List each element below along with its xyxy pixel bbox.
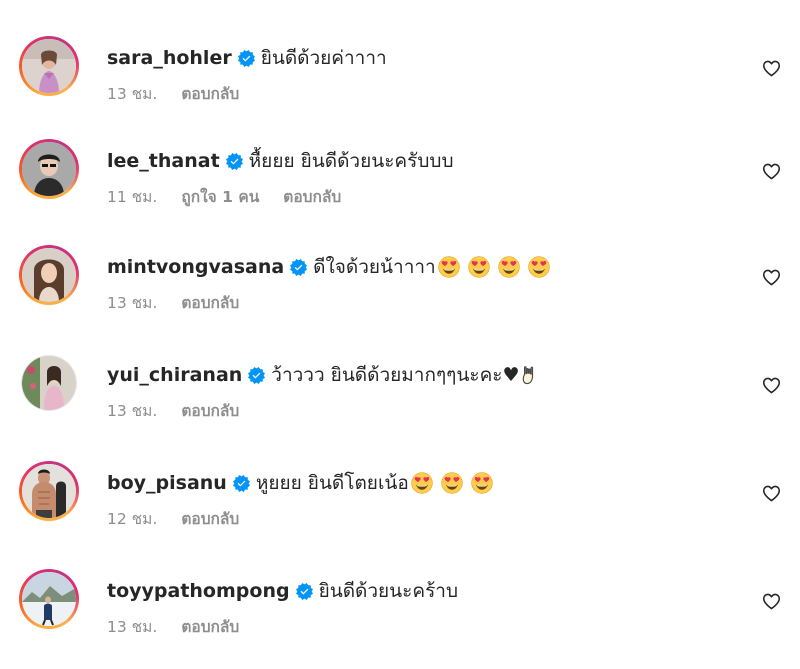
reply-button[interactable]: ตอบกลับ <box>181 617 239 637</box>
comment-item: lee_thanat หื้ยยย ยินดีด้วยนะครับบบ 11 ช… <box>0 139 800 239</box>
avatar-story-ring[interactable] <box>19 245 79 305</box>
comment-item: sara_hohler ยินดีด้วยค่าาาา 13 ชม. ตอบกล… <box>0 36 800 136</box>
like-heart-icon[interactable] <box>762 376 781 395</box>
comment-time[interactable]: 11 ชม. <box>107 187 157 207</box>
heart-eyes-emoji <box>498 256 520 278</box>
comment-time[interactable]: 13 ชม. <box>107 84 157 104</box>
avatar[interactable] <box>22 464 76 518</box>
comment-text: หูยยย ยินดีโตยเน้อ <box>255 472 409 494</box>
comment-text: ยินดีด้วยนะคร้าบ <box>318 580 459 602</box>
avatar-story-ring[interactable] <box>19 139 79 199</box>
comment-username[interactable]: toyypathompong <box>107 579 290 603</box>
comment-time[interactable]: 12 ชม. <box>107 509 157 529</box>
verified-badge-icon <box>238 50 255 67</box>
comment-username[interactable]: sara_hohler <box>107 46 232 70</box>
avatar[interactable] <box>22 356 76 410</box>
comment-time[interactable]: 13 ชม. <box>107 293 157 313</box>
comment-item: mintvongvasana ดีใจด้วยน้าาาา 13 ชม. ตอบ… <box>0 245 800 345</box>
heart-eyes-emoji <box>411 472 433 494</box>
comment-username[interactable]: lee_thanat <box>107 149 220 173</box>
comment-username[interactable]: mintvongvasana <box>107 255 284 279</box>
verified-badge-icon <box>296 583 313 600</box>
reply-button[interactable]: ตอบกลับ <box>283 187 341 207</box>
avatar-story-ring[interactable] <box>19 461 79 521</box>
avatar-story-ring[interactable] <box>19 36 79 96</box>
avatar-story-ring[interactable] <box>19 569 79 629</box>
comment-username[interactable]: boy_pisanu <box>107 471 227 495</box>
comment-item: toyypathompong ยินดีด้วยนะคร้าบ 13 ชม. ต… <box>0 569 800 669</box>
like-heart-icon[interactable] <box>762 592 781 611</box>
like-heart-icon[interactable] <box>762 268 781 287</box>
comment-time[interactable]: 13 ชม. <box>107 401 157 421</box>
comment-item: yui_chiranan ว้าววว ยินดีด้วยมากๆๆนะคะ♥ … <box>0 353 800 453</box>
heart-eyes-emoji <box>441 472 463 494</box>
like-heart-icon[interactable] <box>762 484 781 503</box>
like-heart-icon[interactable] <box>762 59 781 78</box>
rock-on-hand-emoji <box>521 365 539 385</box>
heart-eyes-emoji <box>438 256 460 278</box>
comment-text: ว้าววว ยินดีด้วยมากๆๆนะคะ♥ <box>271 364 520 386</box>
reply-button[interactable]: ตอบกลับ <box>181 293 239 313</box>
avatar[interactable] <box>22 39 76 93</box>
comment-text: ดีใจด้วยน้าาาา <box>313 256 436 278</box>
comment-time[interactable]: 13 ชม. <box>107 617 157 637</box>
avatar[interactable] <box>22 248 76 302</box>
heart-eyes-emoji <box>468 256 490 278</box>
heart-eyes-emoji <box>528 256 550 278</box>
comment-text: ยินดีด้วยค่าาาา <box>260 47 387 69</box>
heart-eyes-emoji <box>471 472 493 494</box>
comment-item: boy_pisanu หูยยย ยินดีโตยเน้อ 12 ชม. ตอบ… <box>0 461 800 561</box>
reply-button[interactable]: ตอบกลับ <box>181 509 239 529</box>
verified-badge-icon <box>233 475 250 492</box>
avatar[interactable] <box>22 142 76 196</box>
comment-text: หื้ยยย ยินดีด้วยนะครับบบ <box>248 150 454 172</box>
verified-badge-icon <box>226 153 243 170</box>
like-heart-icon[interactable] <box>762 162 781 181</box>
comment-likes-count[interactable]: ถูกใจ 1 คน <box>181 187 259 207</box>
avatar[interactable] <box>22 572 76 626</box>
reply-button[interactable]: ตอบกลับ <box>181 401 239 421</box>
reply-button[interactable]: ตอบกลับ <box>181 84 239 104</box>
verified-badge-icon <box>290 259 307 276</box>
comment-username[interactable]: yui_chiranan <box>107 363 242 387</box>
avatar-ring[interactable] <box>21 355 77 411</box>
verified-badge-icon <box>248 367 265 384</box>
